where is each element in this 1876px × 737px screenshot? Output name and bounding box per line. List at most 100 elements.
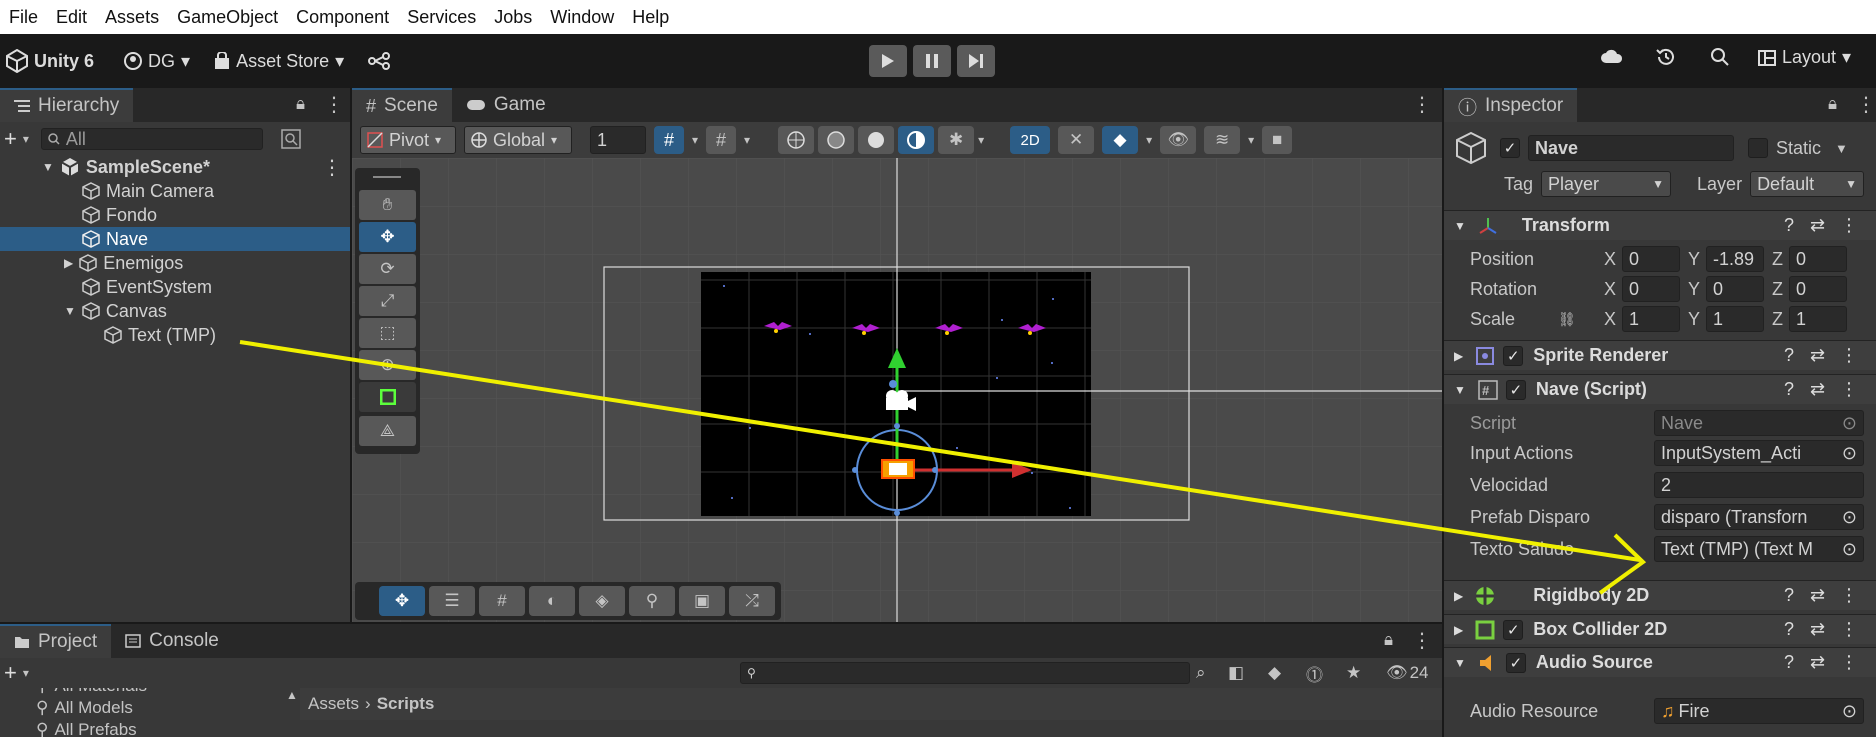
hierarchy-item-enemigos[interactable]: ▶ Enemigos: [0, 251, 350, 275]
scroll-up-arrow-icon[interactable]: ▲: [286, 688, 298, 702]
help-icon[interactable]: ?: [1784, 585, 1794, 606]
overlay-align-button[interactable]: ☰: [429, 586, 475, 616]
hierarchy-item-fondo[interactable]: Fondo: [0, 203, 350, 227]
preset-icon[interactable]: ⇄: [1810, 215, 1825, 236]
transform-component-header[interactable]: ▼ Transform ? ⇄ ⋮: [1444, 210, 1876, 240]
link-scale-icon[interactable]: ⛓︎: [1558, 311, 1580, 328]
overlay-move-button[interactable]: ✥: [379, 586, 425, 616]
chevron-down-icon[interactable]: ▾: [978, 133, 984, 147]
overlay-shuffle-button[interactable]: ⤮: [729, 586, 775, 616]
tab-scene[interactable]: # Scene: [352, 88, 452, 122]
cloud-button[interactable]: [1600, 47, 1624, 65]
texto-saludo-field[interactable]: Text (TMP) (Text M ⊙: [1654, 536, 1864, 562]
path-tool-button[interactable]: ⟁: [359, 416, 416, 446]
rigidbody-2d-component-header[interactable]: ▶ Rigidbody 2D ? ⇄ ⋮: [1444, 580, 1876, 610]
chevron-down-icon[interactable]: ▼: [1835, 141, 1848, 156]
tab-console[interactable]: Console: [111, 624, 233, 658]
object-picker-icon[interactable]: ⊙: [1842, 507, 1857, 528]
chevron-down-icon[interactable]: ▾: [1146, 133, 1152, 147]
hierarchy-item-main-camera[interactable]: Main Camera: [0, 179, 350, 203]
rotation-z-field[interactable]: 0: [1789, 276, 1848, 302]
lock-icon[interactable]: 🔒︎: [1384, 630, 1393, 650]
preset-icon[interactable]: ⇄: [1810, 379, 1825, 400]
unlit-button[interactable]: [898, 126, 935, 154]
lock-icon[interactable]: 🔒︎: [1828, 94, 1837, 114]
grid-snap-button[interactable]: #: [654, 126, 684, 154]
object-picker-icon[interactable]: ⊙: [1842, 701, 1857, 722]
breadcrumb-assets[interactable]: Assets: [308, 694, 359, 714]
add-icon[interactable]: +: [4, 126, 17, 152]
hand-tool-button[interactable]: ✋︎: [359, 190, 416, 220]
favorite-star-icon[interactable]: ★: [1346, 663, 1361, 683]
rect-tool-button[interactable]: ⬚: [359, 318, 416, 348]
input-actions-field[interactable]: InputSystem_Acti ⊙: [1654, 440, 1864, 466]
sprite-renderer-component-header[interactable]: ▶ ✓ Sprite Renderer ? ⇄ ⋮: [1444, 340, 1876, 370]
effects-button[interactable]: ◆: [1102, 126, 1139, 154]
object-active-checkbox[interactable]: ✓: [1500, 138, 1520, 158]
expand-arrow-icon[interactable]: ▶: [64, 256, 73, 270]
pivot-dropdown[interactable]: Pivot ▾: [360, 126, 456, 154]
tab-game[interactable]: Game: [452, 88, 560, 122]
hierarchy-search-input[interactable]: All: [40, 128, 263, 150]
tag-dropdown[interactable]: Player ▼: [1541, 171, 1672, 197]
scale-y-field[interactable]: 1: [1706, 306, 1765, 332]
account-dropdown[interactable]: DG ▾: [124, 51, 190, 72]
play-button[interactable]: [869, 45, 907, 77]
overlay-camera-button[interactable]: ▣: [679, 586, 725, 616]
lock-icon[interactable]: 🔒︎: [296, 94, 305, 114]
more-menu-icon[interactable]: ⋮: [1840, 379, 1858, 400]
expand-arrow-icon[interactable]: ▶: [1454, 623, 1463, 637]
overlay-grid-button[interactable]: #: [479, 586, 525, 616]
hidden-packages-toggle[interactable]: 👁︎ 24: [1386, 663, 1429, 683]
hierarchy-item-eventsystem[interactable]: EventSystem: [0, 275, 350, 299]
prefab-disparo-field[interactable]: disparo (Transforn ⊙: [1654, 504, 1864, 530]
warning-filter-icon[interactable]: ⓵: [1306, 661, 1323, 686]
menu-window[interactable]: Window: [541, 7, 623, 28]
preset-icon[interactable]: ⇄: [1810, 619, 1825, 640]
expand-arrow-icon[interactable]: ▼: [64, 304, 76, 318]
more-menu-icon[interactable]: ⋮: [1856, 92, 1876, 117]
custom-tool-button[interactable]: [359, 382, 416, 412]
hierarchy-item-canvas[interactable]: ▼ Canvas: [0, 299, 350, 323]
more-menu-icon[interactable]: ⋮: [1412, 628, 1432, 653]
nave-script-component-header[interactable]: ▼ # ✓ Nave (Script) ? ⇄ ⋮: [1444, 374, 1876, 404]
drag-handle[interactable]: [373, 176, 401, 178]
more-menu-icon[interactable]: ⋮: [1840, 215, 1858, 236]
overlay-search-button[interactable]: ⚲: [629, 586, 675, 616]
position-z-field[interactable]: 0: [1789, 246, 1848, 272]
box-collider-enabled-checkbox[interactable]: ✓: [1503, 619, 1524, 640]
expand-arrow-icon[interactable]: ▶: [1454, 589, 1463, 603]
chevron-down-icon[interactable]: ▾: [1248, 133, 1254, 147]
scale-tool-button[interactable]: ⤢: [359, 286, 416, 316]
expand-arrow-icon[interactable]: ▼: [1454, 219, 1466, 233]
preset-icon[interactable]: ⇄: [1810, 345, 1825, 366]
menu-gameobject[interactable]: GameObject: [168, 7, 287, 28]
menu-component[interactable]: Component: [287, 7, 398, 28]
help-icon[interactable]: ?: [1784, 215, 1794, 236]
expand-arrow-icon[interactable]: ▼: [1454, 383, 1466, 397]
help-icon[interactable]: ?: [1784, 379, 1794, 400]
layout-dropdown[interactable]: Layout ▾: [1758, 47, 1851, 68]
more-menu-icon[interactable]: ⋮: [324, 92, 344, 117]
rotation-x-field[interactable]: 0: [1622, 276, 1681, 302]
menu-edit[interactable]: Edit: [47, 7, 96, 28]
2d-mode-button[interactable]: 2D: [1010, 126, 1051, 154]
static-checkbox[interactable]: [1748, 138, 1768, 158]
overlay-shading-button[interactable]: ◐: [529, 586, 575, 616]
expand-arrow-icon[interactable]: ▼: [1454, 656, 1466, 670]
menu-jobs[interactable]: Jobs: [485, 7, 541, 28]
more-menu-icon[interactable]: ⋮: [1412, 92, 1432, 117]
object-picker-icon[interactable]: ⊙: [1842, 443, 1857, 464]
visibility-button[interactable]: 👁︎: [1160, 126, 1197, 154]
unity-logo-button[interactable]: Unity 6: [6, 49, 94, 73]
expand-arrow-icon[interactable]: ▼: [42, 160, 54, 174]
layer-dropdown[interactable]: Default ▼: [1750, 171, 1865, 197]
menu-services[interactable]: Services: [398, 7, 485, 28]
shaded-wireframe-button[interactable]: [818, 126, 855, 154]
nave-script-enabled-checkbox[interactable]: ✓: [1505, 379, 1526, 400]
more-menu-icon[interactable]: ⋮: [1840, 345, 1858, 366]
box-collider-2d-component-header[interactable]: ▶ ✓ Box Collider 2D ? ⇄ ⋮: [1444, 614, 1876, 644]
debug-button[interactable]: ✱: [938, 126, 975, 154]
step-button[interactable]: [957, 45, 995, 77]
asset-store-dropdown[interactable]: Asset Store ▾: [214, 51, 344, 72]
